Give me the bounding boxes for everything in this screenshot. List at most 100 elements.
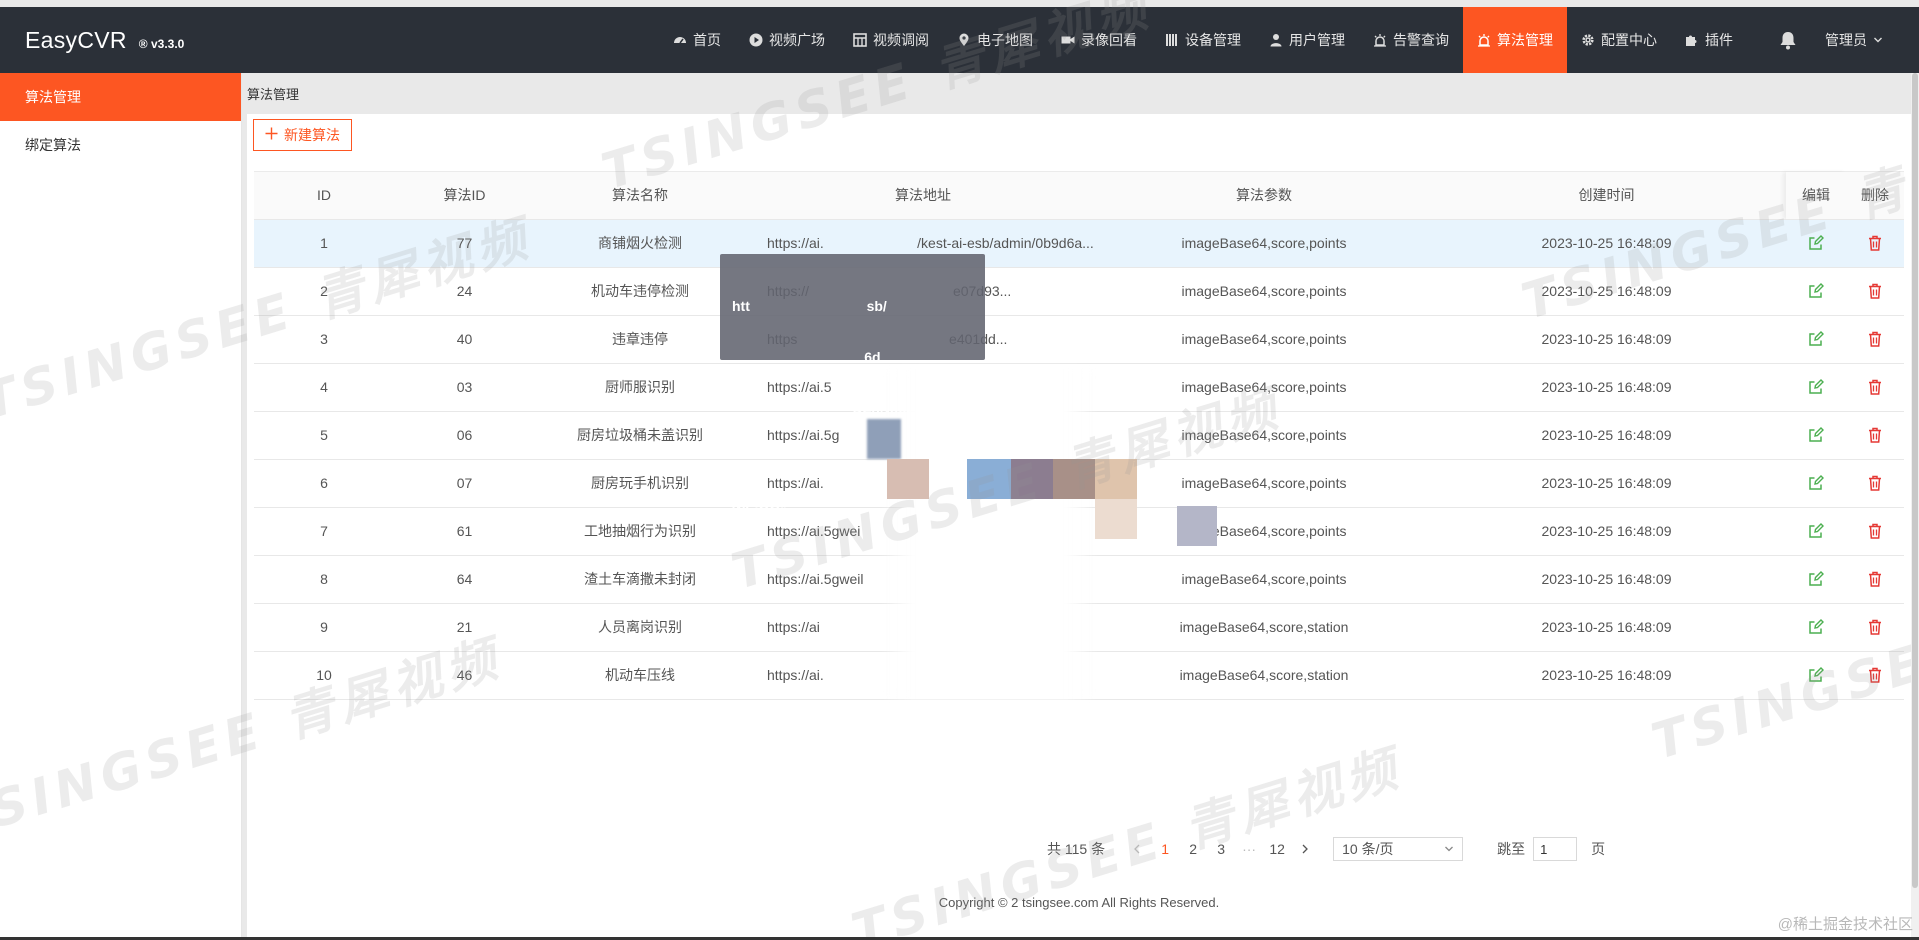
- user-menu[interactable]: 管理员: [1809, 30, 1919, 50]
- edit-icon[interactable]: [1806, 233, 1826, 253]
- nav-map[interactable]: 电子地图: [943, 7, 1047, 73]
- nav-video-view[interactable]: 视频调阅: [839, 7, 943, 73]
- nav-algorithms[interactable]: 算法管理: [1463, 7, 1567, 73]
- col-algo-id[interactable]: 算法ID: [394, 172, 535, 220]
- nav-config[interactable]: 配置中心: [1567, 7, 1671, 73]
- sidebar-item-bind-algorithm[interactable]: 绑定算法: [0, 121, 241, 169]
- delete-icon[interactable]: [1865, 281, 1885, 301]
- url-tooltip: htt sb/ 6d DZhNml2 WEjQGr: [720, 254, 985, 518]
- edit-icon[interactable]: [1806, 665, 1826, 685]
- edit-icon[interactable]: [1806, 473, 1826, 493]
- scrollbar-thumb[interactable]: [1912, 73, 1918, 888]
- cell-algo-id: 46: [394, 651, 535, 700]
- plus-icon: [265, 127, 278, 143]
- cell-edit: [1786, 363, 1846, 412]
- cell-id: 1: [254, 219, 394, 268]
- nav-video-square[interactable]: 视频广场: [735, 7, 839, 73]
- cell-edit: [1786, 219, 1846, 268]
- sidebar-item-algorithm-management[interactable]: 算法管理: [0, 73, 241, 121]
- nav-devices[interactable]: 设备管理: [1151, 7, 1255, 73]
- table-row[interactable]: 1 77 商铺烟火检测 https://ai. /kest-ai-esb/admin/…: [254, 219, 1904, 268]
- cell-algo-params: imageBase64,score,station: [1101, 651, 1427, 700]
- cell-id: 5: [254, 411, 394, 460]
- nav-video-view-label: 视频调阅: [873, 32, 929, 48]
- cell-algo-id: 61: [394, 507, 535, 556]
- redaction-patch: [1053, 459, 1095, 499]
- col-id[interactable]: ID: [254, 172, 394, 220]
- edit-icon[interactable]: [1806, 281, 1826, 301]
- nav-home-label: 首页: [693, 32, 721, 48]
- delete-icon[interactable]: [1865, 377, 1885, 397]
- cell-algo-name: 厨房垃圾桶未盖识别: [535, 411, 745, 460]
- nav-home[interactable]: 首页: [659, 7, 735, 73]
- cell-delete: [1846, 555, 1904, 604]
- cell-id: 8: [254, 555, 394, 604]
- edit-icon[interactable]: [1806, 521, 1826, 541]
- page-number[interactable]: 2: [1179, 841, 1207, 857]
- cell-algo-params: imageBase64,score,points: [1101, 219, 1427, 268]
- cell-id: 4: [254, 363, 394, 412]
- cell-algo-params: imageBase64,score,station: [1101, 603, 1427, 652]
- col-algo-url[interactable]: 算法地址: [745, 172, 1101, 220]
- delete-icon[interactable]: [1865, 569, 1885, 589]
- nav-alarms[interactable]: 告警查询: [1359, 7, 1463, 73]
- col-created[interactable]: 创建时间: [1427, 172, 1786, 220]
- page-ellipsis[interactable]: ···: [1235, 841, 1263, 857]
- delete-icon[interactable]: [1865, 521, 1885, 541]
- delete-icon[interactable]: [1865, 473, 1885, 493]
- table-row[interactable]: 224机动车违停检测https:// e07d93...imageBase64,…: [254, 267, 1904, 316]
- page-number[interactable]: 1: [1151, 841, 1179, 857]
- col-algo-name[interactable]: 算法名称: [535, 172, 745, 220]
- cell-id: 3: [254, 315, 394, 364]
- cell-edit: [1786, 315, 1846, 364]
- new-algorithm-button[interactable]: 新建算法: [253, 119, 352, 151]
- nav-alarms-label: 告警查询: [1393, 32, 1449, 48]
- redaction-patch: [1011, 459, 1053, 499]
- edit-icon[interactable]: [1806, 425, 1826, 445]
- notification-bell-icon[interactable]: [1767, 30, 1809, 50]
- breadcrumb: 算法管理: [247, 87, 300, 102]
- nav-plugins[interactable]: 插件: [1671, 7, 1747, 73]
- nav-playback[interactable]: 录像回看: [1047, 7, 1151, 73]
- nav-plugins-label: 插件: [1705, 32, 1733, 48]
- redaction-patch: [1095, 499, 1137, 539]
- cell-created: 2023-10-25 16:48:09: [1427, 459, 1786, 508]
- edit-icon[interactable]: [1806, 329, 1826, 349]
- delete-icon[interactable]: [1865, 665, 1885, 685]
- edit-icon[interactable]: [1806, 569, 1826, 589]
- next-page-icon[interactable]: [1291, 844, 1319, 854]
- delete-icon[interactable]: [1865, 425, 1885, 445]
- edit-icon[interactable]: [1806, 377, 1826, 397]
- prev-page-icon[interactable]: [1123, 844, 1151, 854]
- cell-algo-params: imageBase64,score,points: [1101, 267, 1427, 316]
- tooltip-line: 6d: [732, 349, 881, 365]
- col-algo-params[interactable]: 算法参数: [1101, 172, 1427, 220]
- edit-icon[interactable]: [1806, 617, 1826, 637]
- cell-algo-params: imageBase64,score,points: [1101, 555, 1427, 604]
- delete-icon[interactable]: [1865, 233, 1885, 253]
- jump-page-input[interactable]: [1533, 837, 1578, 861]
- cell-created: 2023-10-25 16:48:09: [1427, 603, 1786, 652]
- cell-algo-params: imageBase64,score,points: [1101, 315, 1427, 364]
- vertical-scrollbar[interactable]: [1911, 73, 1919, 940]
- nav-video-square-label: 视频广场: [769, 32, 825, 48]
- table-row[interactable]: 340违章违停https e401dd...imageBase64,score,…: [254, 315, 1904, 364]
- top-bar: EasyCVR ® v3.3.0 首页 视频广场 视频调阅 电子地图 录像回看 …: [0, 7, 1919, 73]
- cell-edit: [1786, 411, 1846, 460]
- cell-id: 6: [254, 459, 394, 508]
- cell-algo-name: 商铺烟火检测: [535, 219, 745, 268]
- nav-users[interactable]: 用户管理: [1255, 7, 1359, 73]
- redaction-patch: [1177, 506, 1217, 546]
- delete-icon[interactable]: [1865, 329, 1885, 349]
- page-size-select[interactable]: 10 条/页: [1333, 837, 1464, 861]
- pagination: 共 115 条 1 2 3 ··· 12 10 条/页 跳至 页: [1047, 836, 1605, 862]
- col-edit: 编辑: [1786, 172, 1846, 220]
- page-number[interactable]: 12: [1263, 841, 1291, 857]
- redaction-patch: [867, 419, 901, 459]
- delete-icon[interactable]: [1865, 617, 1885, 637]
- map-pin-icon: [957, 33, 971, 47]
- page-suffix: 页: [1591, 841, 1606, 857]
- page-number[interactable]: 3: [1207, 841, 1235, 857]
- source-credit: @稀土掘金技术社区: [1777, 916, 1913, 933]
- cell-algo-name: 渣土车滴撒未封闭: [535, 555, 745, 604]
